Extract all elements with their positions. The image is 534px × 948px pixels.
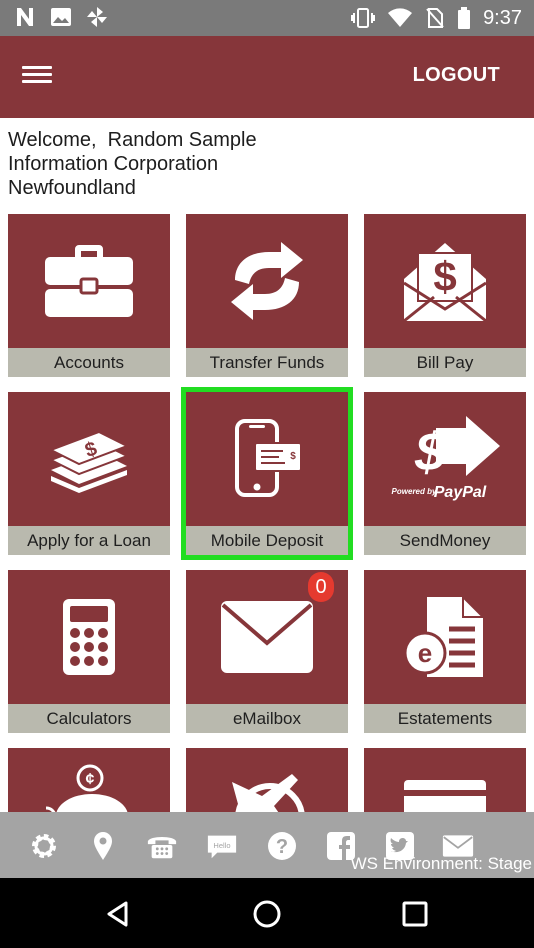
back-icon[interactable] [100,896,136,932]
system-nav-bar [0,878,534,948]
svg-text:$: $ [433,253,456,300]
wifi-icon [387,7,413,29]
welcome-line-3: Newfoundland [8,177,136,199]
mail-envelope-icon [221,601,313,673]
estatement-icon: e [403,595,486,677]
powered-by-text: Powered by [392,487,437,496]
svg-text:$: $ [414,422,446,482]
unread-count-badge: 0 [308,572,334,602]
environment-label: WS Environment: Stage [350,854,532,873]
chat-hello-text: Hello [213,841,230,850]
money-stack-icon: $ [48,430,130,493]
help-icon[interactable]: ? [266,830,298,862]
calculator-icon [63,599,115,675]
tile-label: eMailbox [186,704,348,733]
tile-label: Transfer Funds [186,348,348,377]
card-icon [404,780,486,812]
tile-travel[interactable] [186,748,348,812]
welcome-line-2: Information Corporation [8,153,219,175]
tile-accounts[interactable]: Accounts [8,214,170,377]
no-sim-icon [425,7,445,29]
n-notification-icon [14,6,36,28]
tile-label: Estatements [364,704,526,733]
phone-icon[interactable] [146,830,178,862]
bill-envelope-icon: $ [403,243,487,323]
paypal-brand-text: PayPal [434,484,487,501]
tile-savings[interactable]: ¢ [8,748,170,812]
tile-cards[interactable] [364,748,526,812]
globe-plane-icon [232,774,305,812]
pinwheel-icon [86,6,108,28]
battery-icon [457,6,471,30]
tile-emailbox[interactable]: 0 eMailbox [186,570,348,733]
location-icon[interactable] [87,830,119,862]
paypal-send-icon: $ Powered by PayPal [392,416,500,501]
tile-mobile-deposit[interactable]: $ Mobile Deposit [181,387,353,560]
tile-label: Apply for a Loan [8,526,170,555]
svg-text:?: ? [276,836,288,858]
status-time: 9:37 [483,7,522,29]
welcome-message: Welcome, Random Sample Information Corpo… [8,128,257,200]
welcome-line-1: Welcome, Random Sample [8,129,257,151]
piggy-bank-icon: ¢ [45,764,128,812]
tile-calculators[interactable]: Calculators [8,570,170,733]
tile-label: Mobile Deposit [186,526,348,555]
tile-label: Accounts [8,348,170,377]
vibrate-icon [351,7,376,29]
tile-label: Bill Pay [364,348,526,377]
svg-text:e: e [418,638,432,668]
tile-bill-pay[interactable]: $ Bill Pay [364,214,526,377]
recents-icon[interactable] [397,896,433,932]
tile-apply-for-a-loan[interactable]: $ Apply for a Loan [8,392,170,555]
settings-icon[interactable] [28,830,60,862]
mobile-check-deposit-icon: $ [235,419,302,497]
status-bar: 9:37 [0,0,534,36]
app-bar: LOGOUT [0,36,534,118]
transfer-arrows-icon [231,242,303,320]
tile-transfer-funds[interactable]: Transfer Funds [186,214,348,377]
tile-sendmoney[interactable]: $ Powered by PayPal SendMoney [364,392,526,555]
tile-label: SendMoney [364,526,526,555]
home-icon[interactable] [249,896,285,932]
tile-estatements[interactable]: e Estatements [364,570,526,733]
bottom-toolbar: Hello ? WS Environment: Stage [0,812,534,878]
svg-text:$: $ [290,451,296,462]
logout-button[interactable]: LOGOUT [413,64,500,87]
svg-text:¢: ¢ [86,771,95,788]
briefcase-icon [45,245,133,317]
image-icon [50,6,72,28]
hamburger-menu-icon[interactable] [22,62,62,92]
tile-label: Calculators [8,704,170,733]
chat-hello-icon[interactable]: Hello [206,830,238,862]
